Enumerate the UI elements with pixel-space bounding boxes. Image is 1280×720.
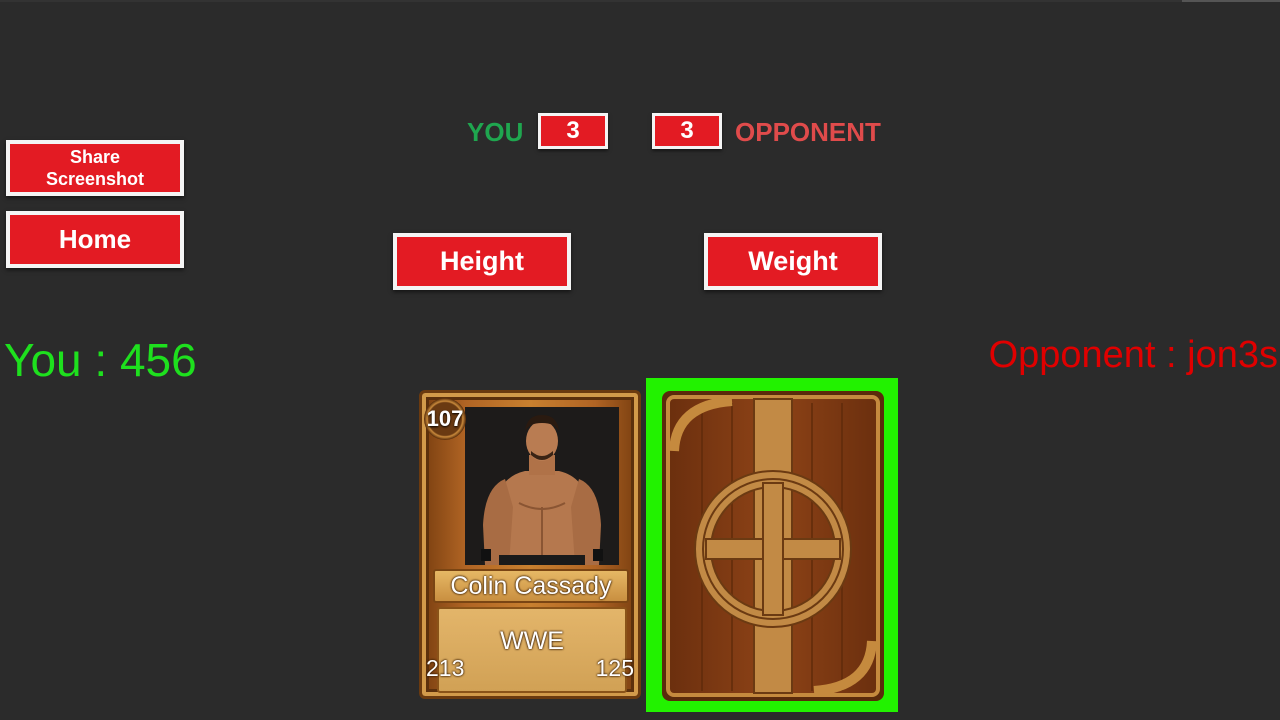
card-back-icon	[662, 391, 884, 701]
you-player-name: You : 456	[4, 334, 197, 386]
height-stat-value: 213	[426, 655, 465, 681]
share-screenshot-button[interactable]: Share Screenshot	[6, 140, 184, 196]
opponent-player-name: Opponent : jon3s	[988, 334, 1278, 376]
opponent-score-box: 3	[652, 113, 722, 149]
you-score-box: 3	[538, 113, 608, 149]
weight-stat-value: 125	[595, 655, 634, 681]
home-button[interactable]: Home	[6, 211, 184, 268]
promotion-name: WWE	[500, 627, 564, 655]
wrestler-figure-icon	[465, 407, 619, 565]
top-edge	[0, 0, 1280, 2]
wrestler-photo	[465, 407, 619, 565]
player-card[interactable]: 107 Colin Cassady WWE 213 125	[419, 390, 641, 699]
level-badge: 107	[424, 398, 466, 440]
weight-stat-button[interactable]: Weight	[704, 233, 882, 290]
opponent-score-label: OPPONENT	[735, 117, 881, 147]
you-score-label: YOU	[467, 117, 524, 147]
wrestler-name: Colin Cassady	[433, 569, 629, 603]
top-edge-accent	[1182, 0, 1280, 2]
height-stat-button[interactable]: Height	[393, 233, 571, 290]
opponent-card-selected[interactable]	[646, 378, 898, 712]
